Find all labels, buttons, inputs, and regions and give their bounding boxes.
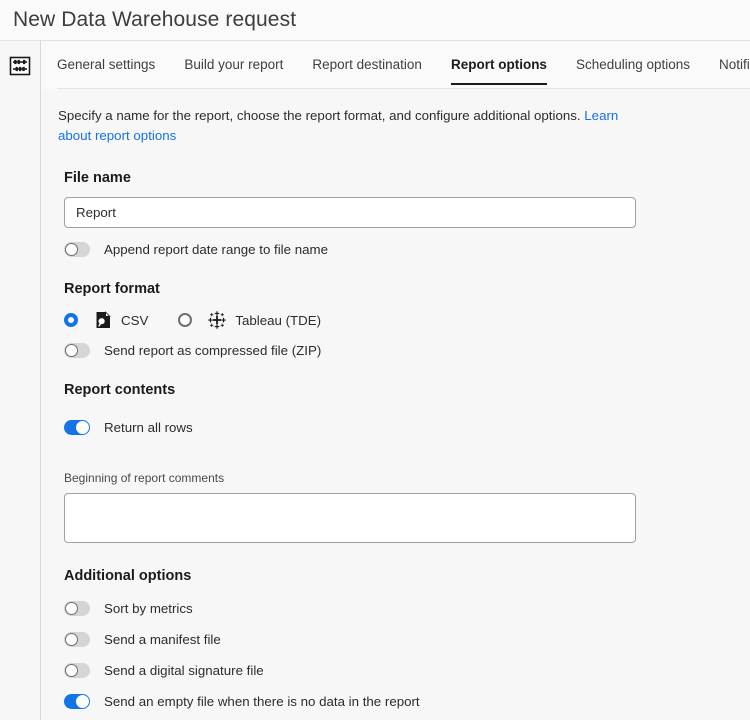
left-rail: [0, 41, 41, 720]
additional-options-heading: Additional options: [64, 568, 750, 584]
sort-by-metrics-label: Sort by metrics: [104, 601, 193, 616]
empty-file-label: Send an empty file when there is no data…: [104, 694, 420, 709]
report-contents-heading: Report contents: [64, 382, 750, 398]
additional-options-list: Sort by metrics Send a manifest file Sen…: [58, 601, 750, 709]
abacus-icon[interactable]: [7, 53, 33, 79]
toggle-knob: [76, 421, 89, 434]
toggle-knob: [65, 344, 78, 357]
compressed-zip-label: Send report as compressed file (ZIP): [104, 343, 321, 358]
csv-radio[interactable]: [64, 313, 78, 327]
tableau-radio[interactable]: [178, 313, 192, 327]
file-name-input[interactable]: [64, 197, 636, 228]
report-format-heading: Report format: [64, 281, 750, 297]
manifest-file-label: Send a manifest file: [104, 632, 221, 647]
main-column: General settings Build your report Repor…: [41, 41, 750, 720]
digital-signature-toggle-row[interactable]: Send a digital signature file: [64, 663, 750, 678]
append-date-range-label: Append report date range to file name: [104, 242, 328, 257]
tab-report-options[interactable]: Report options: [451, 41, 547, 85]
toggle-knob: [65, 243, 78, 256]
return-all-rows-toggle[interactable]: [64, 420, 90, 435]
manifest-file-toggle[interactable]: [64, 632, 90, 647]
csv-label: CSV: [121, 313, 148, 328]
sort-by-metrics-toggle-row[interactable]: Sort by metrics: [64, 601, 750, 616]
report-format-option-csv[interactable]: CSV: [64, 311, 148, 329]
intro-text: Specify a name for the report, choose th…: [58, 108, 584, 123]
compressed-zip-toggle-row[interactable]: Send report as compressed file (ZIP): [64, 343, 750, 358]
sort-by-metrics-toggle[interactable]: [64, 601, 90, 616]
return-all-rows-label: Return all rows: [104, 420, 193, 435]
toggle-knob: [76, 695, 89, 708]
tableau-label: Tableau (TDE): [235, 313, 321, 328]
append-date-range-toggle[interactable]: [64, 242, 90, 257]
report-options-panel: Specify a name for the report, choose th…: [41, 89, 750, 720]
toggle-knob: [65, 633, 78, 646]
manifest-file-toggle-row[interactable]: Send a manifest file: [64, 632, 750, 647]
intro-description: Specify a name for the report, choose th…: [58, 106, 630, 146]
return-all-rows-toggle-row[interactable]: Return all rows: [64, 420, 750, 435]
toggle-knob: [65, 664, 78, 677]
append-date-range-toggle-row[interactable]: Append report date range to file name: [64, 242, 750, 257]
tabstrip: General settings Build your report Repor…: [41, 41, 750, 89]
file-name-heading: File name: [64, 170, 750, 186]
empty-file-toggle[interactable]: [64, 694, 90, 709]
report-format-radio-group: CSV: [64, 311, 750, 329]
digital-signature-toggle[interactable]: [64, 663, 90, 678]
app-header: New Data Warehouse request: [0, 0, 750, 41]
file-document-icon: [94, 311, 112, 329]
tab-build-your-report[interactable]: Build your report: [184, 41, 283, 85]
body-split: General settings Build your report Repor…: [0, 41, 750, 720]
digital-signature-label: Send a digital signature file: [104, 663, 264, 678]
compressed-zip-toggle[interactable]: [64, 343, 90, 358]
report-format-option-tableau[interactable]: Tableau (TDE): [178, 311, 321, 329]
report-comments-block: Beginning of report comments: [58, 471, 750, 543]
tab-general-settings[interactable]: General settings: [57, 41, 155, 85]
tab-scheduling-options[interactable]: Scheduling options: [576, 41, 690, 85]
tableau-icon: [208, 311, 226, 329]
empty-file-toggle-row[interactable]: Send an empty file when there is no data…: [64, 694, 750, 709]
report-comments-label: Beginning of report comments: [64, 471, 750, 485]
tab-notification-email[interactable]: Notification email: [719, 41, 750, 85]
report-comments-textarea[interactable]: [64, 493, 636, 543]
page-title: New Data Warehouse request: [0, 8, 296, 32]
tab-report-destination[interactable]: Report destination: [312, 41, 422, 85]
toggle-knob: [65, 602, 78, 615]
